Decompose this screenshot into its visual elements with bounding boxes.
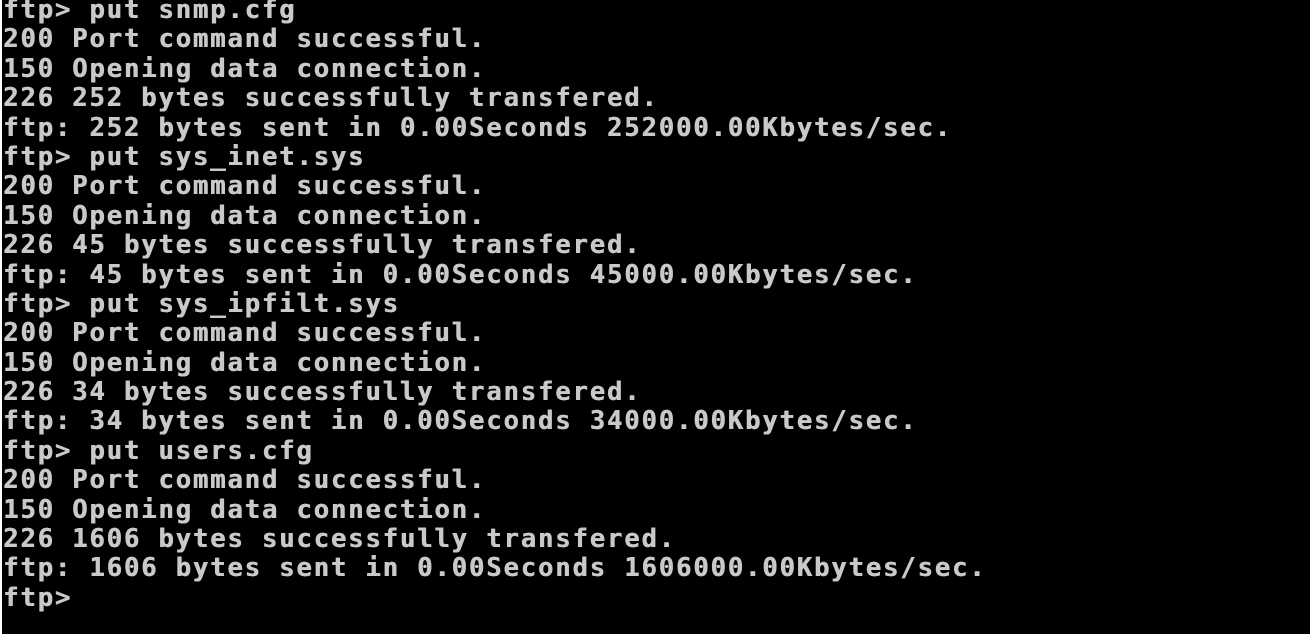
console-line: 226 252 bytes successfully transfered.	[3, 83, 659, 114]
console-line: 226 45 bytes successfully transfered.	[3, 230, 642, 261]
console-line: ftp> put sys_ipfilt.sys	[3, 288, 400, 319]
console-line: 150 Opening data connection.	[3, 347, 487, 378]
console-line: ftp> put sys_inet.sys	[3, 141, 366, 172]
ftp-console-window[interactable]: ftp> put snmp.cfg 200 Port command succe…	[0, 0, 1310, 634]
console-line: 200 Port command successful.	[3, 24, 487, 55]
console-line: ftp> put snmp.cfg	[3, 0, 297, 25]
console-line: ftp: 34 bytes sent in 0.00Seconds 34000.…	[3, 406, 918, 437]
console-line: 150 Opening data connection.	[3, 494, 487, 525]
console-line: 150 Opening data connection.	[3, 53, 487, 84]
console-line: ftp: 1606 bytes sent in 0.00Seconds 1606…	[3, 553, 987, 584]
console-output: ftp> put snmp.cfg 200 Port command succe…	[3, 0, 986, 613]
console-line: 150 Opening data connection.	[3, 200, 487, 231]
console-line: 200 Port command successful.	[3, 465, 487, 496]
console-line: ftp> put users.cfg	[3, 435, 314, 466]
console-line: 226 1606 bytes successfully transfered.	[3, 524, 676, 555]
console-line: 200 Port command successful.	[3, 318, 487, 349]
console-line: 200 Port command successful.	[3, 171, 487, 202]
console-line: ftp: 45 bytes sent in 0.00Seconds 45000.…	[3, 259, 918, 290]
console-line: 226 34 bytes successfully transfered.	[3, 377, 642, 408]
ftp-prompt: ftp>	[3, 582, 73, 613]
console-line: ftp: 252 bytes sent in 0.00Seconds 25200…	[3, 112, 952, 143]
command-input-area[interactable]	[72, 584, 88, 606]
command-prompt-line[interactable]: ftp>	[3, 582, 986, 613]
